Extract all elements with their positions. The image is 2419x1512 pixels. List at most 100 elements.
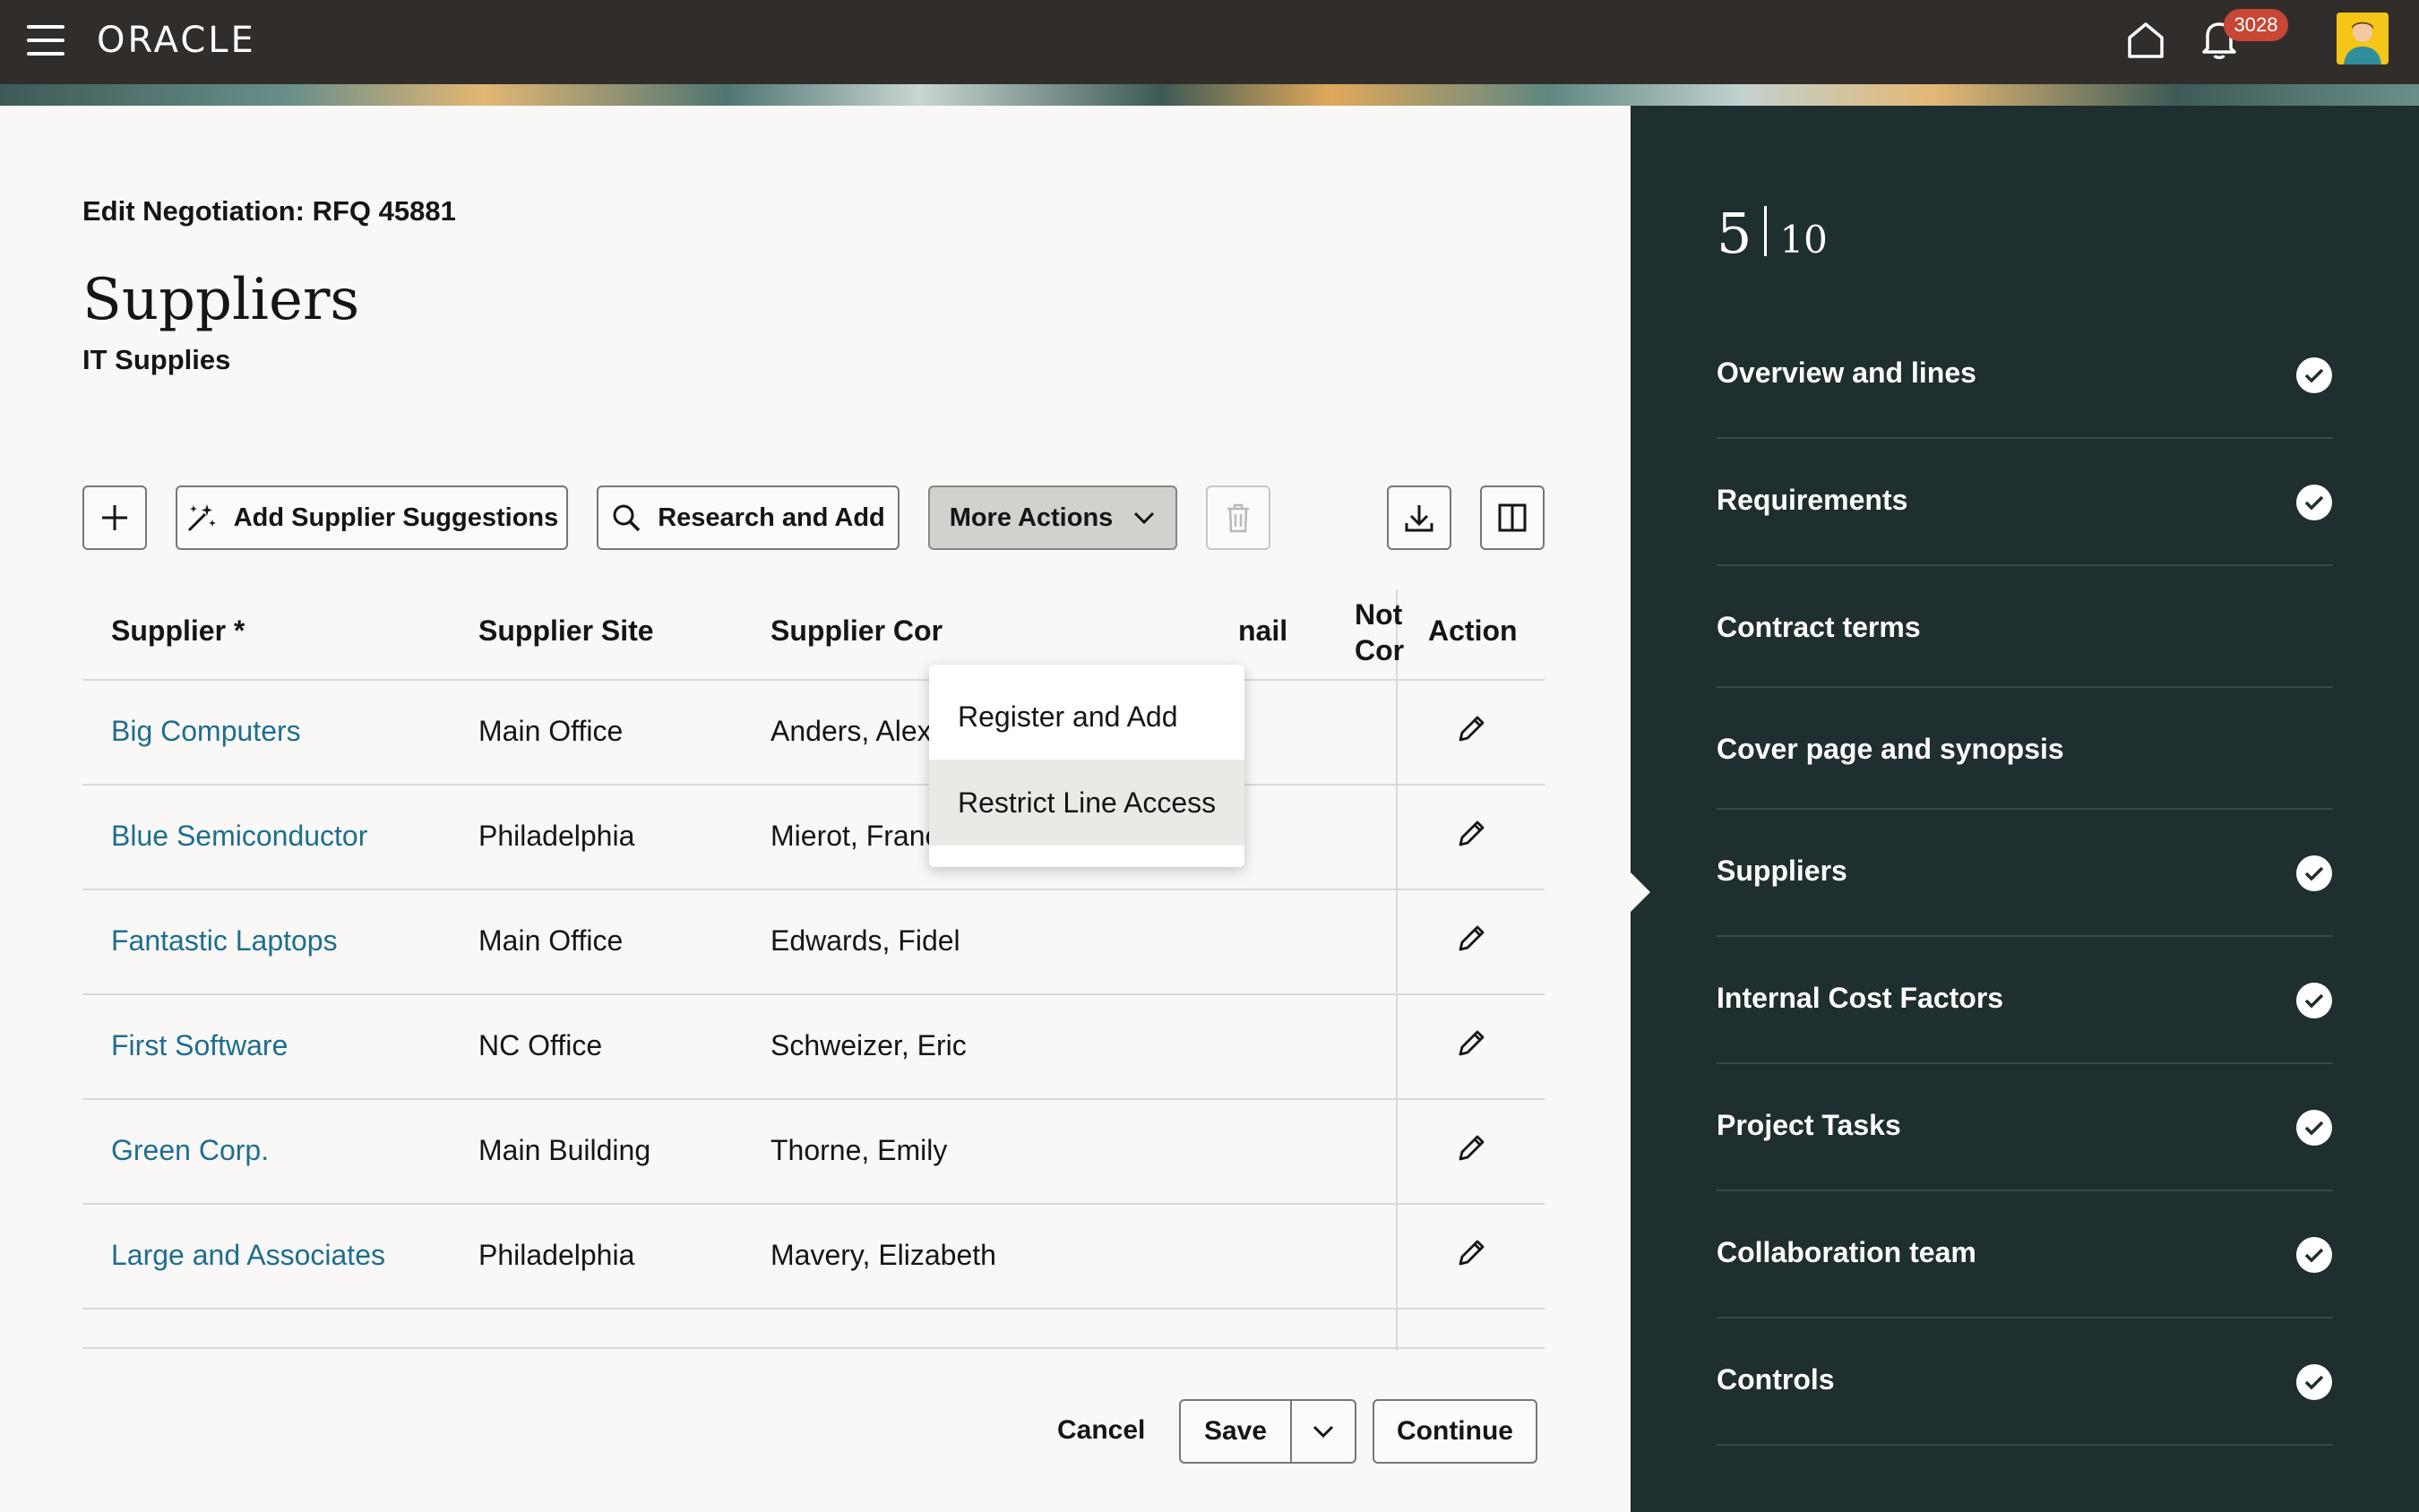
step-label: Suppliers <box>1717 855 1847 887</box>
step-navigator-panel: 5 10 Overview and lines Requirements Cont… <box>1631 106 2419 1512</box>
menu-item-restrict-line-access[interactable]: Restrict Line Access <box>929 760 1244 846</box>
supplier-link[interactable]: First Software <box>111 1029 288 1062</box>
add-supplier-suggestions-label: Add Supplier Suggestions <box>233 503 559 532</box>
check-circle-icon <box>2296 1364 2332 1400</box>
menu-item-register-and-add[interactable]: Register and Add <box>929 674 1244 760</box>
add-supplier-suggestions-button[interactable]: Add Supplier Suggestions <box>176 485 568 550</box>
more-actions-label: More Actions <box>949 503 1114 532</box>
table-row: First Software NC Office Schweizer, Eric <box>82 995 1545 1100</box>
step-contract-terms[interactable]: Contract terms <box>1717 566 2333 688</box>
check-circle-icon <box>2296 855 2332 891</box>
supplier-site-cell: Philadelphia <box>478 1239 635 1271</box>
step-requirements[interactable]: Requirements <box>1717 439 2333 566</box>
save-button[interactable]: Save <box>1181 1401 1292 1462</box>
supplier-site-cell: Philadelphia <box>478 820 635 852</box>
edit-icon[interactable] <box>1453 711 1489 747</box>
trash-icon <box>1227 503 1249 533</box>
column-header-supplier-contact[interactable]: Supplier Cor <box>770 614 943 648</box>
column-view-button[interactable] <box>1480 485 1545 550</box>
step-internal-cost-factors[interactable]: Internal Cost Factors <box>1717 937 2333 1064</box>
save-button-group: Save <box>1179 1399 1356 1464</box>
supplier-site-cell: Main Office <box>478 715 624 747</box>
research-and-add-label: Research and Add <box>658 503 885 532</box>
step-counter: 5 10 <box>1717 201 1828 266</box>
current-step-number: 5 <box>1717 201 1752 266</box>
step-label: Internal Cost Factors <box>1717 982 2004 1014</box>
oracle-logo: ORACLE <box>97 20 256 61</box>
table-header: Supplier * Supplier Site Supplier Cor na… <box>82 589 1545 681</box>
supplier-contact-cell: Schweizer, Eric <box>770 1029 967 1061</box>
edit-icon[interactable] <box>1453 1130 1489 1166</box>
cancel-button[interactable]: Cancel <box>1057 1415 1145 1446</box>
export-button[interactable] <box>1387 485 1451 550</box>
home-icon[interactable] <box>2125 20 2166 61</box>
columns-icon <box>1498 503 1527 532</box>
total-steps-number: 10 <box>1779 218 1828 262</box>
step-label: Project Tasks <box>1717 1109 1901 1141</box>
page-title: Suppliers <box>82 267 360 333</box>
step-suppliers[interactable]: Suppliers <box>1717 810 2333 937</box>
supplier-link[interactable]: Big Computers <box>111 715 301 748</box>
supplier-link[interactable]: Large and Associates <box>111 1239 385 1272</box>
save-options-button[interactable] <box>1292 1401 1355 1462</box>
step-label: Overview and lines <box>1717 357 1976 389</box>
continue-button[interactable]: Continue <box>1373 1399 1537 1464</box>
more-actions-menu: Register and Add Restrict Line Access <box>929 665 1244 867</box>
step-label: Contract terms <box>1717 611 1921 643</box>
check-circle-icon <box>2296 357 2332 393</box>
supplier-site-cell: Main Building <box>478 1134 651 1166</box>
table-row-partial <box>82 1310 1545 1349</box>
supplier-site-cell: Main Office <box>478 924 624 957</box>
download-icon <box>1405 505 1433 532</box>
column-header-notification[interactable]: Not Cor <box>1355 597 1405 668</box>
table-row: Big Computers Main Office Anders, Alex <box>82 681 1545 786</box>
suppliers-table: Supplier * Supplier Site Supplier Cor na… <box>82 589 1545 1351</box>
supplier-contact-cell: Thorne, Emily <box>770 1134 948 1166</box>
breadcrumb: Edit Negotiation: RFQ 45881 <box>82 195 456 227</box>
step-collaboration-team[interactable]: Collaboration team <box>1717 1191 2333 1319</box>
add-button[interactable] <box>82 485 147 550</box>
column-header-email[interactable]: nail <box>1238 614 1287 648</box>
chevron-down-icon <box>1313 1425 1334 1439</box>
step-cover-page-and-synopsis[interactable]: Cover page and synopsis <box>1717 688 2333 810</box>
page-subtitle: IT Supplies <box>82 344 231 375</box>
main-content: Edit Negotiation: RFQ 45881 Suppliers IT… <box>0 106 1631 1512</box>
menu-icon[interactable] <box>27 25 65 56</box>
supplier-link[interactable]: Green Corp. <box>111 1134 269 1167</box>
edit-icon[interactable] <box>1453 816 1489 852</box>
supplier-contact-cell: Edwards, Fidel <box>770 924 960 957</box>
check-circle-icon <box>2296 1237 2332 1273</box>
step-overview-and-lines[interactable]: Overview and lines <box>1717 312 2333 439</box>
supplier-site-cell: NC Office <box>478 1029 603 1061</box>
decorative-banner <box>0 84 2419 106</box>
global-header: ORACLE 3028 <box>0 0 2419 84</box>
column-header-supplier[interactable]: Supplier * <box>111 614 245 648</box>
column-header-supplier-site[interactable]: Supplier Site <box>478 614 654 648</box>
check-circle-icon <box>2296 485 2332 520</box>
table-row: Green Corp. Main Building Thorne, Emily <box>82 1100 1545 1205</box>
table-row: Large and Associates Philadelphia Mavery… <box>82 1205 1545 1310</box>
check-circle-icon <box>2296 1110 2332 1146</box>
current-step-pointer <box>1631 872 1650 912</box>
research-and-add-button[interactable]: Research and Add <box>597 485 900 550</box>
step-label: Controls <box>1717 1363 1835 1396</box>
supplier-contact-cell: Anders, Alex <box>770 715 932 747</box>
notification-badge[interactable]: 3028 <box>2224 9 2288 41</box>
column-header-action: Action <box>1428 614 1518 647</box>
edit-icon[interactable] <box>1453 1235 1489 1271</box>
user-avatar[interactable] <box>2337 13 2389 64</box>
more-actions-button[interactable]: More Actions <box>928 485 1177 550</box>
supplier-link[interactable]: Blue Semiconductor <box>111 820 367 853</box>
edit-icon[interactable] <box>1453 921 1489 957</box>
check-circle-icon <box>2296 983 2332 1018</box>
edit-icon[interactable] <box>1453 1026 1489 1061</box>
magic-wand-icon <box>187 504 216 532</box>
delete-button[interactable] <box>1206 485 1270 550</box>
plus-icon <box>102 505 127 530</box>
step-controls[interactable]: Controls <box>1717 1319 2333 1446</box>
table-row: Blue Semiconductor Philadelphia Mierot, … <box>82 786 1545 890</box>
supplier-link[interactable]: Fantastic Laptops <box>111 924 338 958</box>
chevron-down-icon <box>1134 511 1155 525</box>
search-icon <box>613 504 641 532</box>
step-project-tasks[interactable]: Project Tasks <box>1717 1064 2333 1191</box>
